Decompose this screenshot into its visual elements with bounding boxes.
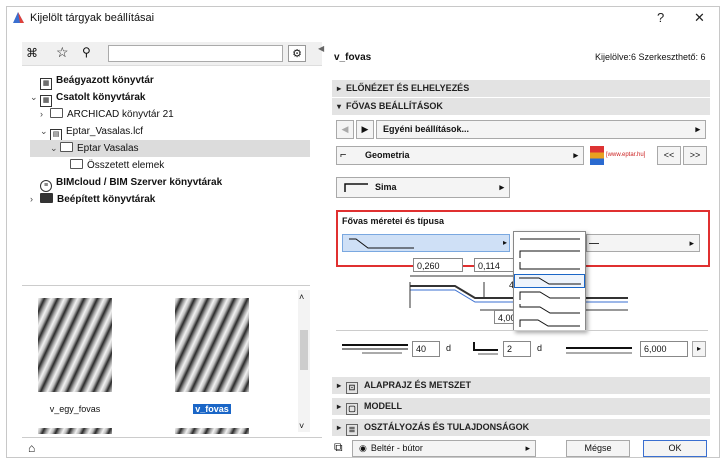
gear-icon[interactable]: ⚙ bbox=[288, 45, 306, 62]
model-icon: ▢ bbox=[346, 403, 358, 415]
menu-item-crank-hook-up[interactable] bbox=[514, 302, 585, 316]
section-preview[interactable]: ▸ ELŐNÉZET ÉS ELHELYEZÉS bbox=[332, 80, 710, 97]
chevron-right-icon[interactable]: › bbox=[30, 191, 40, 208]
eptar-logo-icon bbox=[590, 146, 604, 165]
section-classification[interactable]: ▸ ≣ OSZTÁLYOZÁS ÉS TULAJDONSÁGOK bbox=[332, 419, 710, 436]
tree-item-builtin[interactable]: › Beépített könyvtárak bbox=[30, 191, 310, 208]
thumbnail-label-selected: v_fovas bbox=[193, 404, 231, 414]
tree-item-linked[interactable]: ⌄ ▦ Csatolt könyvtárak bbox=[30, 89, 310, 107]
folder-icon bbox=[40, 193, 53, 203]
library-tree: ▦ Beágyazott könyvtár ⌄ ▦ Csatolt könyvtára… bbox=[30, 72, 310, 141]
unit-a: d bbox=[446, 343, 452, 353]
scroll-thumb[interactable] bbox=[300, 330, 308, 370]
nav-next-button[interactable]: >> bbox=[683, 146, 707, 165]
section-main-settings[interactable]: ▾ FŐVAS BEÁLLÍTÁSOK bbox=[332, 98, 710, 115]
chevron-down-icon[interactable]: ⌄ bbox=[40, 123, 50, 140]
bar-type-menu bbox=[513, 231, 586, 331]
thumbnail-label: v_egy_fovas bbox=[49, 404, 101, 414]
lap-length-icon bbox=[340, 340, 410, 361]
prev-page-button[interactable]: ◀ bbox=[336, 120, 354, 139]
chevron-right-icon[interactable]: › bbox=[40, 106, 50, 123]
thumbnail-partial[interactable] bbox=[175, 428, 249, 434]
chevron-down-icon: ▾ bbox=[336, 102, 341, 111]
menu-item-crank-hook[interactable] bbox=[514, 288, 585, 302]
selection-status: Kijelölve:6 Szerkeszthető: 6 bbox=[595, 52, 706, 62]
close-button[interactable]: ✕ bbox=[694, 10, 705, 26]
chevron-down-icon[interactable]: ⌄ bbox=[30, 89, 40, 106]
unit-b: d bbox=[537, 343, 543, 353]
separator bbox=[336, 330, 708, 331]
menu-item-crank[interactable] bbox=[514, 274, 585, 288]
bend-icon bbox=[470, 340, 500, 361]
library-manager-icon[interactable]: ⌂ bbox=[28, 441, 35, 455]
library-tree-icon[interactable]: ⌘ bbox=[26, 46, 38, 60]
field-c-arrow[interactable]: ▸ bbox=[692, 341, 706, 357]
cancel-button[interactable]: Mégse bbox=[566, 440, 630, 457]
folder-icon bbox=[60, 142, 73, 152]
pane-divider bbox=[22, 285, 310, 286]
layer-icon: ⧉ bbox=[334, 440, 343, 454]
tree-item-eptar-lcf[interactable]: ⌄ ▤ Eptar_Vasalas.lcf bbox=[30, 123, 310, 141]
next-page-button[interactable]: ▶ bbox=[356, 120, 374, 139]
favorite-star-icon[interactable]: ☆ bbox=[56, 44, 69, 61]
app-icon bbox=[12, 11, 25, 24]
help-button[interactable]: ? bbox=[657, 10, 664, 25]
field-b[interactable]: 2 bbox=[503, 341, 531, 357]
thumbnail-v-egy-fovas[interactable] bbox=[38, 298, 112, 392]
scroll-down-icon[interactable]: ˅ bbox=[299, 421, 304, 431]
tree-item-embedded[interactable]: ▦ Beágyazott könyvtár bbox=[30, 72, 310, 90]
thumbnail-partial[interactable] bbox=[38, 428, 112, 434]
length-icon bbox=[564, 340, 634, 361]
section-model[interactable]: ▸ ▢ MODELL bbox=[332, 398, 710, 415]
collapse-pane-icon[interactable]: ◀ bbox=[318, 44, 324, 53]
window-title: Kijelölt tárgyak beállításai bbox=[30, 12, 155, 24]
menu-item-double-crank[interactable] bbox=[514, 316, 585, 330]
chevron-right-icon: ▸ bbox=[336, 84, 341, 93]
tree-item-bimcloud[interactable]: ≡ BIMcloud / BIM Szerver könyvtárak bbox=[30, 174, 310, 192]
custom-settings-dropdown[interactable]: Egyéni beállítások... ▸ bbox=[376, 120, 706, 139]
section-plan[interactable]: ▸ ⊡ ALAPRAJZ ÉS METSZET bbox=[332, 377, 710, 394]
search-input[interactable] bbox=[108, 45, 283, 62]
menu-item-hook-down[interactable] bbox=[514, 246, 585, 260]
field-a[interactable]: 40 bbox=[412, 341, 440, 357]
menu-item-straight[interactable] bbox=[514, 232, 585, 246]
object-name: v_fovas bbox=[334, 52, 372, 63]
tree-item-eptar-vasalas[interactable]: ⌄ Eptar Vasalas bbox=[30, 140, 310, 157]
ok-button[interactable]: OK bbox=[643, 440, 707, 457]
geometry-icon: ⌐ bbox=[340, 149, 347, 161]
chevron-down-icon[interactable]: ⌄ bbox=[50, 140, 60, 157]
nav-prev-button[interactable]: << bbox=[657, 146, 681, 165]
thumbnail-v-fovas[interactable] bbox=[175, 298, 249, 392]
tree-lower: Összetett elemek ≡ BIMcloud / BIM Szerver… bbox=[30, 157, 310, 208]
field-c[interactable]: 6,000 bbox=[640, 341, 688, 357]
scroll-up-icon[interactable]: ˄ bbox=[299, 292, 304, 302]
plan-icon: ⊡ bbox=[346, 382, 358, 394]
folder-icon bbox=[70, 159, 83, 169]
layer-dropdown[interactable]: ◉ Beltér - bútor ▸ bbox=[352, 440, 536, 457]
geometry-dropdown[interactable]: Geometria ▸ bbox=[336, 146, 584, 165]
left-footer bbox=[22, 437, 322, 458]
classification-icon: ≣ bbox=[346, 424, 358, 436]
tree-item-archicad[interactable]: › ARCHICAD könyvtár 21 bbox=[30, 106, 310, 123]
brand-link[interactable]: [www.eptar.hu] bbox=[606, 152, 645, 158]
menu-item-hook-up[interactable] bbox=[514, 260, 585, 274]
search-icon[interactable]: ⚲ bbox=[82, 45, 91, 59]
folder-icon bbox=[50, 108, 63, 118]
tree-item-osszetett[interactable]: Összetett elemek bbox=[30, 157, 310, 174]
shape-icon bbox=[344, 181, 370, 196]
